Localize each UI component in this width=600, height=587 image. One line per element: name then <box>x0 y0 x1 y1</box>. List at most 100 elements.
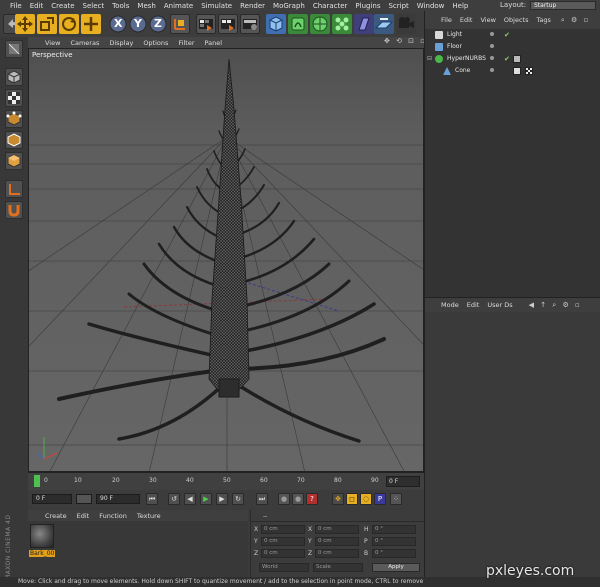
menu-render[interactable]: Render <box>236 2 269 10</box>
key-pla-icon[interactable]: ⁘ <box>390 493 402 505</box>
am-nav-icons[interactable]: ◀ ↑ ⌕ ⚙ ▫ <box>529 301 582 310</box>
om-menu-file[interactable]: File <box>437 16 456 24</box>
object-row-hypernurbs[interactable]: ⊟ HyperNURBS ✔ <box>425 53 600 65</box>
viewport-navigation-icons[interactable]: ✥ ⟲ ⊡ ▫ <box>384 37 427 45</box>
rot-h-field[interactable]: 0 ° <box>372 525 416 534</box>
am-menu-edit[interactable]: Edit <box>463 301 484 309</box>
key-position-icon[interactable]: ✥ <box>332 493 344 505</box>
phong-tag-icon[interactable] <box>513 55 521 63</box>
rot-p-field[interactable]: 0 ° <box>372 537 416 546</box>
visibility-dot[interactable] <box>490 32 494 36</box>
viewport-menu-panel[interactable]: Panel <box>200 39 228 47</box>
key-parameter-icon[interactable]: P <box>374 493 386 505</box>
coordinate-system-icon[interactable] <box>170 14 190 34</box>
points-mode-icon[interactable] <box>5 110 23 128</box>
z-axis-button[interactable]: Z <box>148 14 168 34</box>
render-settings-icon[interactable] <box>240 14 260 34</box>
perspective-viewport[interactable]: Perspective <box>28 48 424 472</box>
viewport-menu-display[interactable]: Display <box>104 39 138 47</box>
edges-mode-icon[interactable] <box>5 131 23 149</box>
size-z-field[interactable]: 0 cm <box>315 549 359 558</box>
size-y-field[interactable]: 0 cm <box>315 537 359 546</box>
menu-mograph[interactable]: MoGraph <box>269 2 309 10</box>
material-menu-create[interactable]: Create <box>40 512 72 520</box>
play-icon[interactable]: ▶ <box>200 493 212 505</box>
end-frame-field[interactable]: 90 F <box>96 494 140 504</box>
menu-script[interactable]: Script <box>384 2 412 10</box>
texture-tag-icon[interactable] <box>513 67 521 75</box>
menu-plugins[interactable]: Plugins <box>351 2 384 10</box>
menu-select[interactable]: Select <box>79 2 109 10</box>
am-menu-mode[interactable]: Mode <box>437 301 463 309</box>
playhead[interactable] <box>34 475 40 487</box>
om-menu-objects[interactable]: Objects <box>500 16 533 24</box>
go-to-next-key-icon[interactable]: ↻ <box>232 493 244 505</box>
camera-object-icon[interactable] <box>396 14 416 34</box>
enabled-check-icon[interactable]: ✔ <box>504 53 510 65</box>
uvw-tag-icon[interactable] <box>525 67 533 75</box>
move-tool-icon[interactable] <box>15 14 35 34</box>
go-to-prev-key-icon[interactable]: ↺ <box>168 493 180 505</box>
key-scale-icon[interactable]: ◻ <box>346 493 358 505</box>
step-back-icon[interactable]: ◀ <box>184 493 196 505</box>
menu-animate[interactable]: Animate <box>160 2 197 10</box>
scale-tool-icon[interactable] <box>37 14 57 34</box>
rot-b-field[interactable]: 0 ° <box>372 549 416 558</box>
visibility-dot[interactable] <box>490 68 494 72</box>
menu-help[interactable]: Help <box>448 2 472 10</box>
pos-x-field[interactable]: 0 cm <box>261 525 305 534</box>
material-menu-edit[interactable]: Edit <box>72 512 95 520</box>
collapse-icon[interactable]: ⊟ <box>427 53 432 65</box>
visibility-dot[interactable] <box>490 56 494 60</box>
current-frame-field[interactable]: 0 F <box>386 476 420 487</box>
deformer-icon[interactable] <box>354 14 374 34</box>
size-x-field[interactable]: 0 cm <box>315 525 359 534</box>
subdivision-surface-icon[interactable] <box>310 14 330 34</box>
om-menu-edit[interactable]: Edit <box>456 16 477 24</box>
make-editable-icon[interactable] <box>5 40 23 58</box>
key-rotation-icon[interactable]: ◌ <box>360 493 372 505</box>
polygons-mode-icon[interactable] <box>5 152 23 170</box>
material-swatch[interactable] <box>30 524 54 548</box>
om-menu-tags[interactable]: Tags <box>532 16 554 24</box>
viewport-menu-view[interactable]: View <box>40 39 65 47</box>
live-selection-icon[interactable] <box>81 14 101 34</box>
menu-character[interactable]: Character <box>309 2 352 10</box>
object-row-floor[interactable]: Floor <box>425 41 600 53</box>
timeline-ruler[interactable]: 0 10 20 30 40 50 60 70 80 90 0 F <box>28 472 424 490</box>
menu-edit[interactable]: Edit <box>26 2 48 10</box>
object-row-cone[interactable]: Cone <box>425 65 600 77</box>
step-forward-icon[interactable]: ▶ <box>216 493 228 505</box>
enabled-check-icon[interactable]: ✔ <box>504 29 510 41</box>
menu-create[interactable]: Create <box>47 2 78 10</box>
om-menu-view[interactable]: View <box>476 16 499 24</box>
pos-z-field[interactable]: 0 cm <box>261 549 305 558</box>
layout-select[interactable]: Startup <box>530 1 596 10</box>
model-mode-icon[interactable] <box>5 68 23 86</box>
go-to-end-icon[interactable]: ⏭ <box>256 493 268 505</box>
rotate-tool-icon[interactable] <box>59 14 79 34</box>
am-menu-user-data[interactable]: User Ds <box>483 301 516 309</box>
floor-object-icon[interactable] <box>374 14 394 34</box>
cube-object-icon[interactable] <box>266 14 286 34</box>
record-disabled-icon[interactable]: ● <box>278 493 290 505</box>
material-menu-function[interactable]: Function <box>94 512 132 520</box>
spline-pen-icon[interactable] <box>288 14 308 34</box>
menu-mesh[interactable]: Mesh <box>133 2 159 10</box>
size-mode-select[interactable]: Scale <box>313 563 363 572</box>
render-picture-viewer-icon[interactable] <box>218 14 238 34</box>
autokey-disabled-icon[interactable]: ● <box>292 493 304 505</box>
viewport-menu-cameras[interactable]: Cameras <box>65 39 104 47</box>
go-to-start-icon[interactable]: ⏮ <box>146 493 158 505</box>
viewport-menu-filter[interactable]: Filter <box>173 39 199 47</box>
material-menu-texture[interactable]: Texture <box>132 512 166 520</box>
menu-window[interactable]: Window <box>413 2 449 10</box>
x-axis-button[interactable]: X <box>108 14 128 34</box>
menu-tools[interactable]: Tools <box>108 2 133 10</box>
start-frame-field[interactable]: 0 F <box>32 494 72 504</box>
axis-mode-icon[interactable] <box>5 180 23 198</box>
viewport-menu-options[interactable]: Options <box>138 39 173 47</box>
pos-y-field[interactable]: 0 cm <box>261 537 305 546</box>
snap-icon[interactable] <box>5 201 23 219</box>
menu-simulate[interactable]: Simulate <box>197 2 236 10</box>
